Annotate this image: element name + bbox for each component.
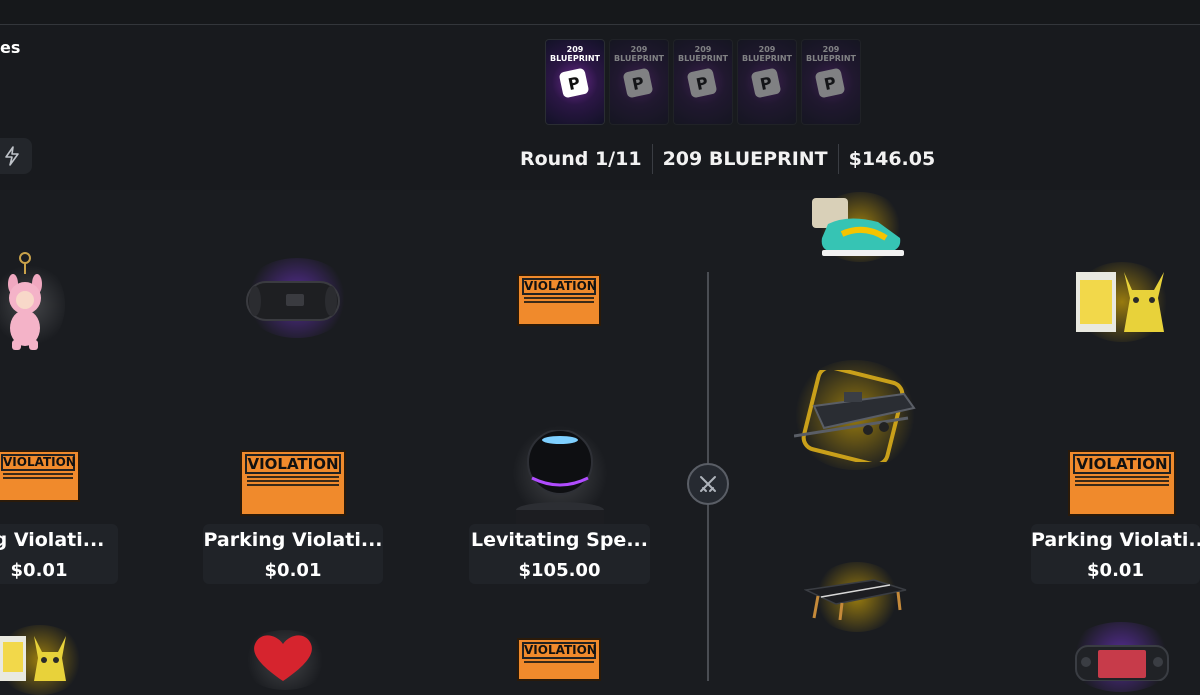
pack-title: 209 BLUEPRINT	[613, 45, 665, 63]
pack-carousel: 209 BLUEPRINT P 209 BLUEPRINT P 209 BLUE…	[546, 40, 860, 124]
funko-figure-image	[1076, 272, 1164, 332]
violation-sign-line	[524, 661, 594, 663]
violation-sign-line	[524, 297, 594, 299]
item-name: Parking Violati...	[1031, 529, 1200, 551]
pack-card: 209 BLUEPRINT P	[738, 40, 796, 124]
violation-sign-image: VIOLATION	[517, 638, 601, 681]
pack-logo: P	[558, 67, 590, 99]
violation-sign-title: VIOLATION	[1, 454, 76, 471]
player-name-partial: es	[0, 38, 21, 57]
violation-sign-image: VIOLATION	[0, 450, 80, 502]
violation-sign-line	[3, 473, 73, 475]
violation-sign-line	[247, 476, 339, 478]
item-card[interactable]: ing Violati... $0.01	[0, 524, 118, 584]
violation-sign-title: VIOLATION	[522, 642, 597, 659]
violation-sign-title: VIOLATION	[522, 278, 597, 295]
violation-sign-image: VIOLATION	[240, 450, 346, 516]
pack-logo: P	[686, 67, 718, 99]
item-card[interactable]: Parking Violati... $0.01	[203, 524, 383, 584]
violation-sign-line	[1075, 476, 1169, 478]
item-price: $0.01	[1087, 560, 1144, 581]
item-price: $0.01	[264, 560, 322, 581]
bluetooth-speaker-image	[246, 281, 340, 321]
pack-logo: P	[622, 67, 654, 99]
plush-keychain-image	[8, 252, 42, 350]
swords-icon	[700, 476, 716, 492]
heart-plush-image	[254, 635, 312, 681]
violation-sign-line	[247, 484, 339, 486]
pack-logo: P	[750, 67, 782, 99]
violation-sign-line	[1075, 480, 1169, 482]
item-name: Parking Violati...	[203, 529, 383, 551]
round-info-bar: Round 1/11 209 BLUEPRINT $146.05	[520, 144, 935, 174]
item-name: ing Violati...	[0, 529, 105, 551]
pack-card-active: 209 BLUEPRINT P	[546, 40, 604, 124]
versus-badge	[687, 463, 729, 505]
round-counter: Round 1/11	[520, 148, 642, 170]
battle-total: $146.05	[848, 148, 936, 170]
ping-pong-table-image	[804, 579, 907, 620]
violation-sign-line	[524, 301, 594, 303]
pack-logo: P	[814, 67, 846, 99]
pack-card: 209 BLUEPRINT P	[610, 40, 668, 124]
separator	[837, 144, 839, 174]
boat-trailer-image	[794, 370, 916, 462]
levitating-speaker-image	[516, 430, 604, 528]
handheld-console-image	[1075, 645, 1169, 681]
pack-card: 209 BLUEPRINT P	[802, 40, 860, 124]
item-name: Levitating Spe...	[471, 529, 648, 551]
pack-name: 209 BLUEPRINT	[662, 148, 828, 170]
pack-title: 209 BLUEPRINT	[677, 45, 729, 63]
item-price: $105.00	[518, 560, 601, 581]
violation-sign-image: VIOLATION	[517, 274, 601, 326]
top-bar	[0, 0, 1200, 25]
violation-sign-title: VIOLATION	[245, 454, 341, 474]
bolt-icon	[5, 146, 19, 166]
sneakers-image	[812, 198, 904, 256]
violation-sign-image: VIOLATION	[1068, 450, 1176, 516]
violation-sign-line	[1075, 484, 1169, 486]
violation-sign-title: VIOLATION	[1073, 454, 1171, 474]
pack-title: 209 BLUEPRINT	[805, 45, 857, 63]
funko-figure-image	[0, 636, 66, 681]
item-card[interactable]: Parking Violati... $0.01	[1031, 524, 1200, 584]
violation-sign-line	[247, 480, 339, 482]
fast-mode-button[interactable]	[0, 138, 32, 174]
separator	[651, 144, 653, 174]
pack-card: 209 BLUEPRINT P	[674, 40, 732, 124]
violation-sign-line	[3, 477, 73, 479]
item-card[interactable]: Levitating Spe... $105.00	[469, 524, 650, 584]
item-price: $0.01	[10, 560, 68, 581]
pack-title: 209 BLUEPRINT	[549, 45, 601, 63]
pack-title: 209 BLUEPRINT	[741, 45, 793, 63]
